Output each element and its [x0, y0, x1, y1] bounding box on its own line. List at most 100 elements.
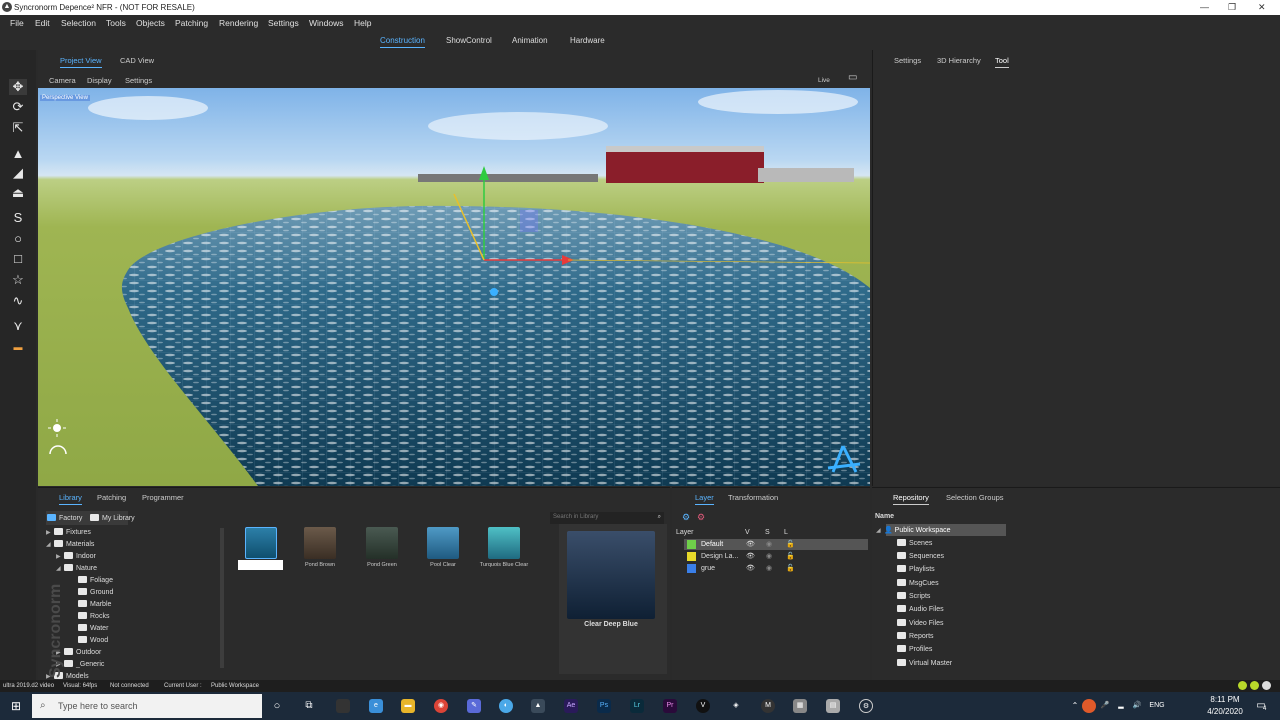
live-button[interactable]: Live	[818, 77, 830, 84]
subtab-display[interactable]: Display	[87, 76, 112, 85]
app-icon[interactable]: V	[696, 699, 710, 713]
remove-layer-icon[interactable]: ⚙	[697, 512, 705, 523]
tab-settings-right[interactable]: Settings	[894, 56, 921, 65]
repo-item-msgcues[interactable]: MsgCues	[897, 579, 939, 587]
library-search-input[interactable]: Search in Library ⌕	[550, 512, 664, 524]
repo-item-scenes[interactable]: Scenes	[897, 539, 932, 547]
solo-icon[interactable]: ◉	[766, 564, 772, 572]
menu-patching[interactable]: Patching	[175, 18, 208, 28]
menu-settings[interactable]: Settings	[268, 18, 299, 28]
close-icon[interactable]: ✕	[1258, 2, 1266, 13]
taskbar-clock-time[interactable]: 8:11 PM	[1200, 695, 1250, 704]
depence-icon[interactable]: ▲	[531, 699, 545, 713]
app-icon[interactable]: ▤	[826, 699, 840, 713]
maximize-view-icon[interactable]: ▭	[848, 72, 857, 83]
solo-icon[interactable]: ◉	[766, 540, 772, 548]
menu-file[interactable]: File	[10, 18, 24, 28]
rotate-tool-icon[interactable]: ⟳	[9, 99, 27, 115]
taskbar-search-input[interactable]: ⌕ Type here to search	[32, 694, 262, 718]
tab-patching[interactable]: Patching	[97, 493, 126, 502]
tab-repository[interactable]: Repository	[893, 493, 929, 505]
layer-color-swatch[interactable]	[687, 540, 696, 549]
menu-selection[interactable]: Selection	[61, 18, 96, 28]
app-icon[interactable]: ◈	[729, 699, 743, 713]
tree-scrollbar[interactable]	[220, 528, 224, 668]
subtab-settings[interactable]: Settings	[125, 76, 152, 85]
photoshop-icon[interactable]: Ps	[597, 699, 611, 713]
repo-root-item[interactable]: ◢ 👤 Public Workspace	[876, 526, 951, 534]
curve-tool-icon[interactable]: ∿	[9, 293, 27, 309]
eye-icon[interactable]: 👁	[746, 564, 755, 572]
add-layer-icon[interactable]: ⚙	[682, 512, 690, 523]
app-icon[interactable]: ◐	[499, 699, 513, 713]
subtab-my-library[interactable]: My Library	[90, 514, 135, 522]
rectangle-tool-icon[interactable]: □	[9, 251, 27, 267]
tab-showcontrol[interactable]: ShowControl	[446, 36, 492, 45]
tray-overflow-icon[interactable]: ⌃	[1068, 699, 1082, 713]
circle-tool-icon[interactable]: ○	[9, 231, 27, 247]
status-indicator-icon[interactable]	[1262, 681, 1271, 690]
repo-item-video-files[interactable]: Video Files	[897, 619, 944, 627]
after-effects-icon[interactable]: Ae	[564, 699, 578, 713]
app-icon[interactable]: ✎	[467, 699, 481, 713]
tree-item-rocks[interactable]: Rocks	[78, 612, 109, 620]
lock-icon[interactable]: 🔓	[786, 552, 795, 560]
app-icon[interactable]: ⚙	[859, 699, 873, 713]
tab-project-view[interactable]: Project View	[60, 56, 102, 68]
tray-app-icon[interactable]	[1082, 699, 1096, 713]
tab-construction[interactable]: Construction	[380, 36, 425, 48]
tab-layer[interactable]: Layer	[695, 493, 714, 505]
menu-windows[interactable]: Windows	[309, 18, 343, 28]
move-tool-icon[interactable]: ✥	[9, 79, 27, 95]
task-view-icon[interactable]: ⧉	[302, 699, 316, 713]
thumb-name-edit-field[interactable]	[238, 560, 283, 570]
menu-edit[interactable]: Edit	[35, 18, 50, 28]
subtab-camera[interactable]: Camera	[49, 76, 76, 85]
lock-icon[interactable]: 🔓	[786, 540, 795, 548]
repo-item-sequences[interactable]: Sequences	[897, 552, 944, 560]
layer-color-swatch[interactable]	[687, 552, 696, 561]
repo-item-scripts[interactable]: Scripts	[897, 592, 930, 600]
menu-objects[interactable]: Objects	[136, 18, 165, 28]
premiere-icon[interactable]: Pr	[663, 699, 677, 713]
cortana-icon[interactable]: ○	[270, 699, 284, 713]
tree-item-foliage[interactable]: Foliage	[78, 576, 113, 584]
subtab-factory[interactable]: Factory	[47, 514, 82, 522]
tab-programmer[interactable]: Programmer	[142, 493, 184, 502]
lock-icon[interactable]: 🔓	[786, 564, 795, 572]
material-thumb[interactable]	[304, 527, 336, 559]
tree-item-wood[interactable]: Wood	[78, 636, 108, 644]
eye-icon[interactable]: 👁	[746, 552, 755, 560]
tree-item-water[interactable]: Water	[78, 624, 108, 632]
file-explorer-icon[interactable]: ▬	[401, 699, 415, 713]
tree-item-materials[interactable]: ◢ Materials	[46, 540, 94, 548]
material-thumb[interactable]	[366, 527, 398, 559]
material-thumb[interactable]	[427, 527, 459, 559]
tab-cad-view[interactable]: CAD View	[120, 56, 154, 65]
menu-tools[interactable]: Tools	[106, 18, 126, 28]
vegetation-tool-icon[interactable]: ⋎	[9, 318, 27, 334]
app-icon[interactable]: ▦	[793, 699, 807, 713]
scale-tool-icon[interactable]: ⇱	[9, 120, 27, 136]
tab-3d-hierarchy[interactable]: 3D Hierarchy	[937, 56, 981, 65]
tab-hardware[interactable]: Hardware	[570, 36, 605, 45]
tab-library[interactable]: Library	[59, 493, 82, 505]
tree-item-ground[interactable]: Ground	[78, 588, 113, 596]
tree-item-fixtures[interactable]: ▶ Fixtures	[46, 528, 91, 536]
material-thumb[interactable]	[245, 527, 277, 559]
menu-rendering[interactable]: Rendering	[219, 18, 258, 28]
star-tool-icon[interactable]: ☆	[9, 272, 27, 288]
chrome-icon[interactable]: ◉	[434, 699, 448, 713]
layer-color-swatch[interactable]	[687, 564, 696, 573]
language-indicator[interactable]: ENG	[1146, 699, 1168, 713]
volume-icon[interactable]: 🔊	[1130, 699, 1144, 713]
microphone-icon[interactable]: 🎤	[1098, 699, 1112, 713]
app-icon[interactable]: M	[761, 699, 775, 713]
spline-tool-icon[interactable]: S	[9, 210, 27, 226]
tab-animation[interactable]: Animation	[512, 36, 548, 45]
tab-tool[interactable]: Tool	[995, 56, 1009, 68]
terrain-paint-icon[interactable]: ◢	[9, 165, 27, 181]
repo-item-reports[interactable]: Reports	[897, 632, 934, 640]
terrain-flatten-icon[interactable]: ⏏	[9, 185, 27, 201]
repo-item-virtual-master[interactable]: Virtual Master	[897, 659, 952, 667]
